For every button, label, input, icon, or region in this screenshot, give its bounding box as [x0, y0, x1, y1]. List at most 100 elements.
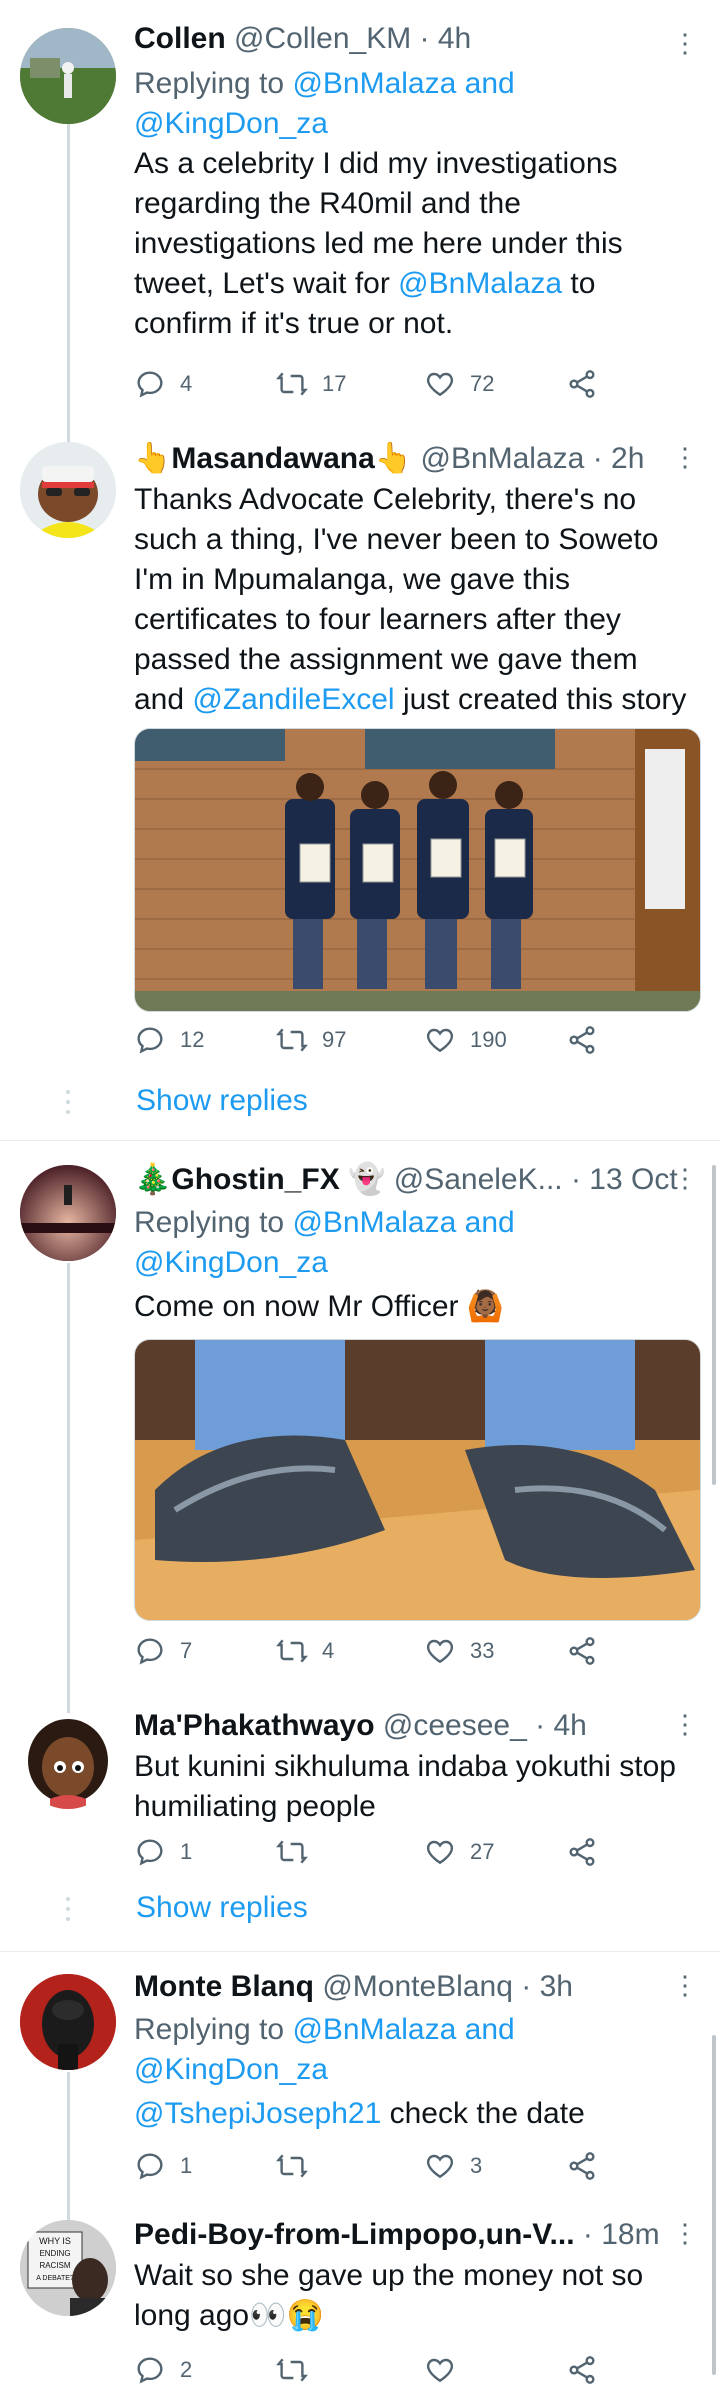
retweet-icon [276, 1840, 308, 1864]
retweet-count: 4 [322, 1638, 335, 1663]
share-button[interactable] [566, 1024, 612, 1056]
more-icon[interactable]: ⋮ [672, 1709, 698, 1740]
share-button[interactable] [566, 2150, 612, 2182]
scrollbar[interactable] [712, 1165, 716, 1485]
reply-button[interactable]: 1 [134, 1836, 192, 1868]
tweet-maphakathwayo[interactable]: Ma'Phakathwayo @ceesee_ · 4h But kunini … [0, 1701, 720, 1951]
reply-count: 2 [180, 2357, 193, 2382]
like-button[interactable]: 27 [424, 1836, 494, 1868]
retweet-button[interactable]: 4 [276, 1635, 334, 1667]
display-name[interactable]: Ghostin_FX [171, 1163, 339, 1196]
mention-link[interactable]: @BnMalaza [292, 2013, 456, 2046]
user-handle[interactable]: @ceesee_ [383, 1709, 527, 1742]
user-handle[interactable]: @Collen_KM [234, 22, 411, 55]
replying-and[interactable]: and [456, 67, 515, 100]
more-icon[interactable]: ⋮ [672, 442, 698, 473]
tweet-photo[interactable] [134, 728, 701, 1012]
display-name[interactable]: Collen [134, 22, 226, 55]
retweet-button[interactable]: 97 [276, 1024, 346, 1056]
tweet-masandawana[interactable]: 👆Masandawana👆 @BnMalaza · 2h Thanks Advo… [0, 420, 720, 1140]
like-button[interactable] [424, 2354, 470, 2386]
share-button[interactable] [566, 1836, 612, 1868]
timestamp[interactable]: · 2h [593, 442, 645, 475]
avatar[interactable] [20, 1974, 116, 2070]
like-count: 190 [470, 1027, 507, 1052]
like-count: 72 [470, 371, 495, 396]
tweet-text: Come on now Mr Officer 🙆🏾 [134, 1287, 694, 1327]
tweet-emoji: 🙆🏾 [466, 1290, 505, 1323]
mention-link[interactable]: @BnMalaza [292, 67, 456, 100]
timestamp[interactable]: · 13 Oct [571, 1163, 678, 1196]
thread-line [67, 2072, 70, 2208]
reply-button[interactable]: 1 [134, 2150, 192, 2182]
user-handle[interactable]: @BnMalaza [420, 442, 584, 475]
show-replies-link[interactable]: Show replies [136, 1891, 308, 1925]
timestamp[interactable]: · 18m [583, 2218, 660, 2251]
reply-button[interactable]: 7 [134, 1635, 192, 1667]
avatar[interactable] [20, 1713, 116, 1809]
like-button[interactable]: 190 [424, 1024, 507, 1056]
mention-link[interactable]: @TshepiJoseph21 [134, 2097, 381, 2130]
retweet-button[interactable] [276, 2150, 322, 2182]
retweet-icon [276, 2154, 308, 2178]
show-replies-link[interactable]: Show replies [136, 1084, 308, 1118]
mention-link[interactable]: @KingDon_za [134, 2053, 328, 2086]
tweet-text-part: Come on now Mr Officer [134, 1290, 467, 1323]
reply-icon [137, 2153, 163, 2180]
more-icon[interactable]: ⋮ [672, 28, 698, 59]
more-icon[interactable]: ⋮ [672, 2218, 698, 2249]
avatar[interactable] [20, 1165, 116, 1261]
retweet-button[interactable] [276, 2354, 322, 2386]
tweet-collen[interactable]: Collen @Collen_KM · 4h Replying to @BnMa… [0, 0, 720, 420]
avatar[interactable]: WHY IS ENDING RACISM A DEBATE? [20, 2220, 116, 2316]
mention-link[interactable]: @KingDon_za [134, 107, 328, 140]
display-name[interactable]: Monte Blanq [134, 1970, 314, 2003]
mention-link[interactable]: @BnMalaza [292, 1206, 456, 1239]
tweet-pediboy[interactable]: WHY IS ENDING RACISM A DEBATE? Pedi-Boy-… [0, 2208, 720, 2397]
user-handle[interactable]: @SaneleK... [394, 1163, 563, 1196]
mention-link[interactable]: @ZandileExcel [192, 683, 394, 716]
tweet-actions: 1 27 [134, 1836, 604, 1876]
like-count: 27 [470, 1839, 495, 1864]
user-handle[interactable]: @MonteBlanq [322, 1970, 513, 2003]
avatar[interactable] [20, 28, 116, 124]
reply-button[interactable]: 4 [134, 368, 192, 400]
thread-line [67, 124, 70, 420]
tweet-text-part: Thanks Advocate Celebrity, there's no su… [134, 483, 659, 716]
replying-and[interactable]: and [456, 2013, 515, 2046]
more-icon[interactable]: ⋮ [672, 1970, 698, 2001]
reply-button[interactable]: 12 [134, 1024, 204, 1056]
tweet-header: Pedi-Boy-from-Limpopo,un-V... · 18m [134, 2216, 694, 2254]
tweet-photo[interactable] [134, 1339, 701, 1621]
name-emoji: 👻 [348, 1163, 386, 1196]
thread-dots [66, 1090, 70, 1120]
avatar[interactable] [20, 442, 116, 538]
tweet-monteblanq[interactable]: Monte Blanq @MonteBlanq · 3h Replying to… [0, 1952, 720, 2208]
tweet-actions: 1 3 [134, 2150, 604, 2190]
like-button[interactable]: 33 [424, 1635, 494, 1667]
share-button[interactable] [566, 1635, 612, 1667]
replying-and[interactable]: and [456, 1206, 515, 1239]
tweet-header: Ma'Phakathwayo @ceesee_ · 4h [134, 1707, 694, 1745]
display-name[interactable]: Pedi-Boy-from-Limpopo,un-V... [134, 2218, 575, 2251]
display-name[interactable]: Ma'Phakathwayo [134, 1709, 375, 1742]
retweet-button[interactable]: 17 [276, 368, 346, 400]
share-button[interactable] [566, 2354, 612, 2386]
share-icon [569, 2356, 595, 2384]
heart-icon [426, 1639, 454, 1664]
timestamp[interactable]: · 3h [521, 1970, 573, 2003]
mention-link[interactable]: @BnMalaza [398, 267, 562, 300]
tweet-text-part: just created this story [394, 683, 687, 716]
share-button[interactable] [566, 368, 612, 400]
timestamp[interactable]: · 4h [420, 22, 472, 55]
like-button[interactable]: 72 [424, 368, 494, 400]
tweet-ghostin[interactable]: 🎄Ghostin_FX 👻 @SaneleK... · 13 Oct Reply… [0, 1141, 720, 1701]
reply-button[interactable]: 2 [134, 2354, 192, 2386]
scrollbar[interactable] [712, 2035, 716, 2375]
mention-link[interactable]: @KingDon_za [134, 1246, 328, 1279]
more-icon[interactable]: ⋮ [672, 1163, 698, 1194]
like-button[interactable]: 3 [424, 2150, 482, 2182]
retweet-button[interactable] [276, 1836, 322, 1868]
timestamp[interactable]: · 4h [535, 1709, 587, 1742]
display-name[interactable]: Masandawana [171, 442, 374, 475]
